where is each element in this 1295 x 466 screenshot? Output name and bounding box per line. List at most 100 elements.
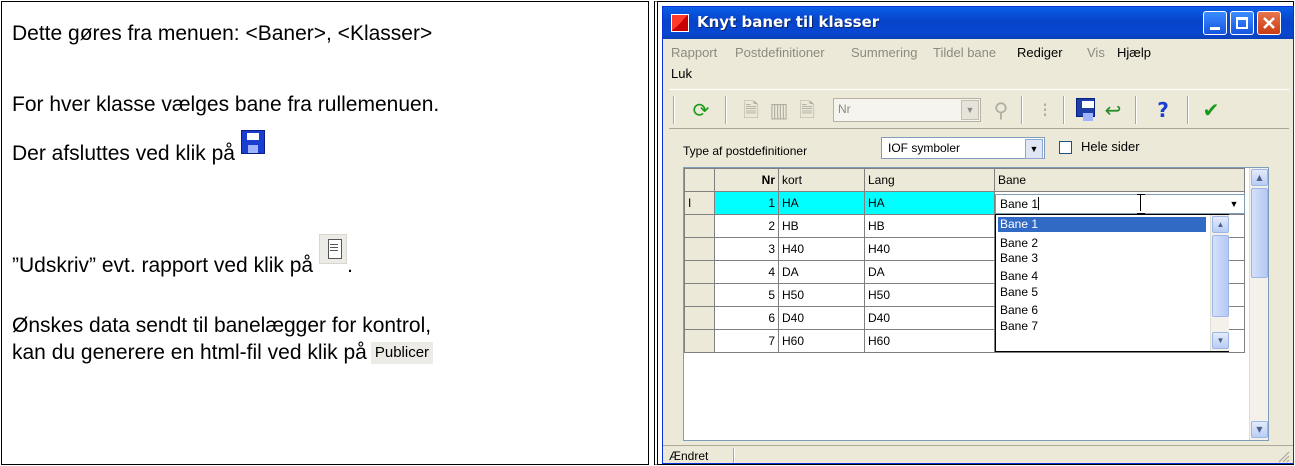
column-header-lang[interactable]: Lang	[864, 168, 995, 192]
menu-rapport[interactable]: Rapport	[671, 45, 717, 60]
cell-kort[interactable]: D40	[778, 306, 865, 330]
cell-lang[interactable]: D40	[864, 306, 995, 330]
bane-cell-editor[interactable]: Bane 1 ▼	[995, 194, 1245, 214]
row-indicator[interactable]	[684, 237, 715, 261]
column-header-kort[interactable]: kort	[778, 168, 865, 192]
toolbar-separator	[673, 96, 675, 124]
search-icon[interactable]: ⚲	[989, 98, 1013, 122]
maximize-button[interactable]	[1230, 11, 1254, 35]
status-text: Ændret	[669, 449, 709, 463]
screenshot-cell: Knyt baner til klasser Rapport Postdefin…	[654, 1, 1294, 465]
toolbar-separator	[1187, 96, 1189, 124]
type-label: Type af postdefinitioner	[683, 144, 808, 158]
document-icon[interactable]: 🗎	[795, 98, 819, 122]
save-icon[interactable]	[1073, 98, 1097, 122]
scroll-up-icon[interactable]: ▲	[1212, 216, 1229, 233]
menu-luk[interactable]: Luk	[671, 66, 692, 81]
scroll-thumb[interactable]	[1251, 188, 1268, 278]
column-header-nr[interactable]: Nr	[714, 168, 779, 192]
hele-sider-checkbox[interactable]	[1059, 141, 1072, 154]
column-header-bane[interactable]: Bane	[994, 168, 1245, 192]
cell-lang[interactable]: HA	[864, 191, 995, 215]
chevron-down-icon[interactable]: ▼	[1025, 139, 1043, 159]
publicer-button-image: Publicer	[370, 342, 434, 364]
ibeam-cursor-icon	[1137, 193, 1145, 214]
cell-nr[interactable]: 4	[714, 260, 779, 284]
grid-icon[interactable]: ⁝	[1033, 98, 1057, 122]
cell-lang[interactable]: DA	[864, 260, 995, 284]
list-item[interactable]: Bane 4	[998, 269, 1206, 284]
cell-nr[interactable]: 2	[714, 214, 779, 238]
cell-kort[interactable]: HA	[778, 191, 865, 215]
menu-tildel-bane[interactable]: Tildel bane	[933, 45, 996, 60]
list-item[interactable]: Bane 1	[998, 217, 1206, 232]
instruction-line-2: For hver klasse vælges bane fra rullemen…	[12, 93, 440, 116]
menu-summering[interactable]: Summering	[851, 45, 917, 60]
list-item[interactable]: Bane 3	[998, 251, 1206, 266]
menu-postdefinitioner[interactable]: Postdefinitioner	[735, 45, 825, 60]
refresh-icon[interactable]: ⟳	[689, 98, 713, 122]
type-select-value: IOF symboler	[888, 141, 961, 155]
instructions-cell: Dette gøres fra menuen: <Baner>, <Klasse…	[1, 1, 649, 465]
cell-lang[interactable]: H50	[864, 283, 995, 307]
list-item[interactable]: Bane 6	[998, 303, 1206, 318]
document-icon[interactable]: ▥	[767, 98, 791, 122]
row-indicator[interactable]	[684, 214, 715, 238]
cell-kort[interactable]: H50	[778, 283, 865, 307]
row-indicator[interactable]	[684, 283, 715, 307]
bane-editor-value: Bane 1	[1000, 197, 1039, 211]
undo-icon[interactable]: ↩	[1101, 98, 1125, 122]
row-indicator[interactable]	[684, 329, 715, 353]
row-indicator[interactable]	[684, 260, 715, 284]
nr-combo[interactable]: Nr ▼	[833, 98, 981, 122]
toolbar: ⟳ 🗎 ▥ 🗎 Nr ▼ ⚲ ⁝ ↩ ? ✔	[669, 89, 1289, 129]
app-window: Knyt baner til klasser Rapport Postdefin…	[662, 6, 1294, 464]
chevron-down-icon[interactable]: ▼	[961, 100, 979, 120]
instruction-text: .	[347, 254, 353, 277]
grid-scrollbar[interactable]: ▲ ▼	[1249, 168, 1268, 440]
instruction-line-5: Ønskes data sendt til banelægger for kon…	[12, 314, 432, 337]
toolbar-separator	[1021, 96, 1023, 124]
cell-nr[interactable]: 5	[714, 283, 779, 307]
list-item[interactable]: Bane 5	[998, 285, 1206, 300]
list-item[interactable]: Bane 2	[998, 236, 1206, 251]
minimize-button[interactable]	[1203, 11, 1227, 35]
scroll-up-icon[interactable]: ▲	[1251, 169, 1268, 186]
check-icon[interactable]: ✔	[1199, 98, 1223, 122]
instruction-text: kan du generere en html-fil ved klik på	[12, 341, 367, 364]
cell-lang[interactable]: H60	[864, 329, 995, 353]
class-grid: Nr kort Lang Bane I 1 HA HA 2 HB HB 3 H4…	[683, 167, 1269, 441]
resize-grip-icon[interactable]	[1277, 450, 1290, 463]
row-indicator-header	[684, 168, 715, 192]
scroll-down-icon[interactable]: ▼	[1212, 332, 1229, 349]
cell-kort[interactable]: DA	[778, 260, 865, 284]
menu-rediger[interactable]: Rediger	[1017, 45, 1063, 60]
row-indicator[interactable]: I	[684, 191, 715, 215]
cell-nr[interactable]: 1	[714, 191, 779, 215]
cell-lang[interactable]: H40	[864, 237, 995, 261]
menu-vis[interactable]: Vis	[1087, 45, 1105, 60]
cell-nr[interactable]: 7	[714, 329, 779, 353]
close-button[interactable]	[1257, 11, 1281, 35]
cell-kort[interactable]: H40	[778, 237, 865, 261]
list-item[interactable]: Bane 7	[998, 319, 1206, 334]
cell-nr[interactable]: 6	[714, 306, 779, 330]
menu-hjaelp[interactable]: Hjælp	[1117, 45, 1151, 60]
toolbar-separator	[725, 96, 727, 124]
scroll-down-icon[interactable]: ▼	[1251, 421, 1268, 438]
instruction-text: Der afsluttes ved klik på	[12, 142, 235, 165]
chevron-down-icon[interactable]: ▼	[1225, 195, 1243, 213]
hele-sider-label: Hele sider	[1081, 139, 1140, 154]
help-icon[interactable]: ?	[1151, 98, 1175, 122]
cell-kort[interactable]: H60	[778, 329, 865, 353]
nr-placeholder: Nr	[838, 102, 851, 116]
dropdown-scrollbar[interactable]: ▲ ▼	[1210, 215, 1229, 351]
scroll-thumb[interactable]	[1212, 235, 1229, 317]
cell-kort[interactable]: HB	[778, 214, 865, 238]
cell-nr[interactable]: 3	[714, 237, 779, 261]
cell-lang[interactable]: HB	[864, 214, 995, 238]
row-indicator[interactable]	[684, 306, 715, 330]
title-bar[interactable]: Knyt baner til klasser	[663, 7, 1293, 39]
type-select[interactable]: IOF symboler ▼	[881, 137, 1045, 159]
document-icon[interactable]: 🗎	[739, 98, 763, 122]
